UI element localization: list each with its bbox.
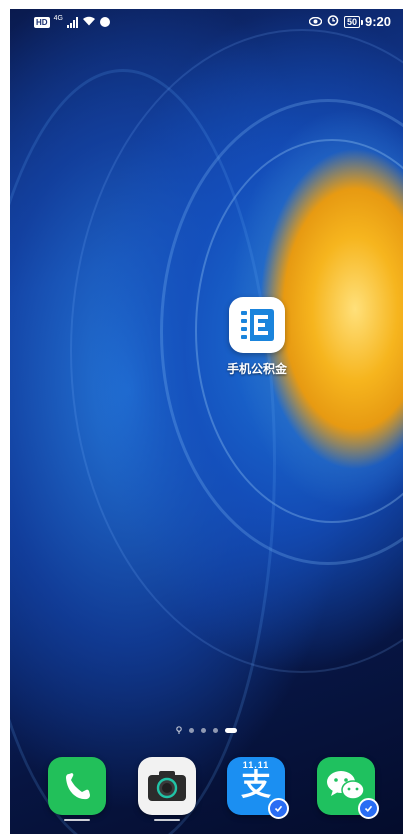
eye-comfort-icon [308,15,323,29]
alipay-glyph: 支 [241,769,271,802]
camera-app[interactable] [138,757,196,815]
verified-badge-icon [268,798,289,819]
dock: 11.11 支 [10,757,403,827]
camera-icon [148,771,186,801]
app-gongjijin[interactable]: 手机公积金 [220,297,294,377]
page-indicator[interactable] [176,726,237,734]
wechat-app[interactable] [317,757,379,819]
page-dot[interactable] [201,727,206,733]
alipay-icon: 11.11 支 [227,757,289,819]
notification-icon [99,17,110,27]
page-dot[interactable] [213,727,218,733]
battery-indicator: 50 [343,15,363,28]
network-type: 4G [53,14,63,22]
clock-time: 9:20 [364,14,391,29]
verified-badge-icon [358,798,379,819]
status-bar: HD 4G 50 9:20 [10,9,403,35]
hd-badge: HD [34,16,50,28]
alipay-app[interactable]: 11.11 支 [227,757,289,819]
page-dot[interactable] [189,727,194,733]
app-label: 手机公积金 [226,362,287,376]
wallpaper-swirl [10,69,276,834]
search-page-icon[interactable] [176,726,182,734]
alarm-icon [327,14,339,29]
home-screen: HD 4G 50 9:20 手机公积金 11.11 支 [10,9,403,834]
phone-app[interactable] [48,757,106,815]
dock-underline [154,819,180,821]
status-right: 50 9:20 [308,14,391,29]
status-left: HD 4G [34,15,110,29]
page-dot-active[interactable] [225,727,237,733]
wifi-icon [82,15,96,29]
gongjijin-app-icon[interactable] [229,297,285,353]
phone-icon [66,773,90,800]
wechat-icon [317,757,379,819]
signal-icon [66,16,78,28]
dock-underline [64,819,90,821]
